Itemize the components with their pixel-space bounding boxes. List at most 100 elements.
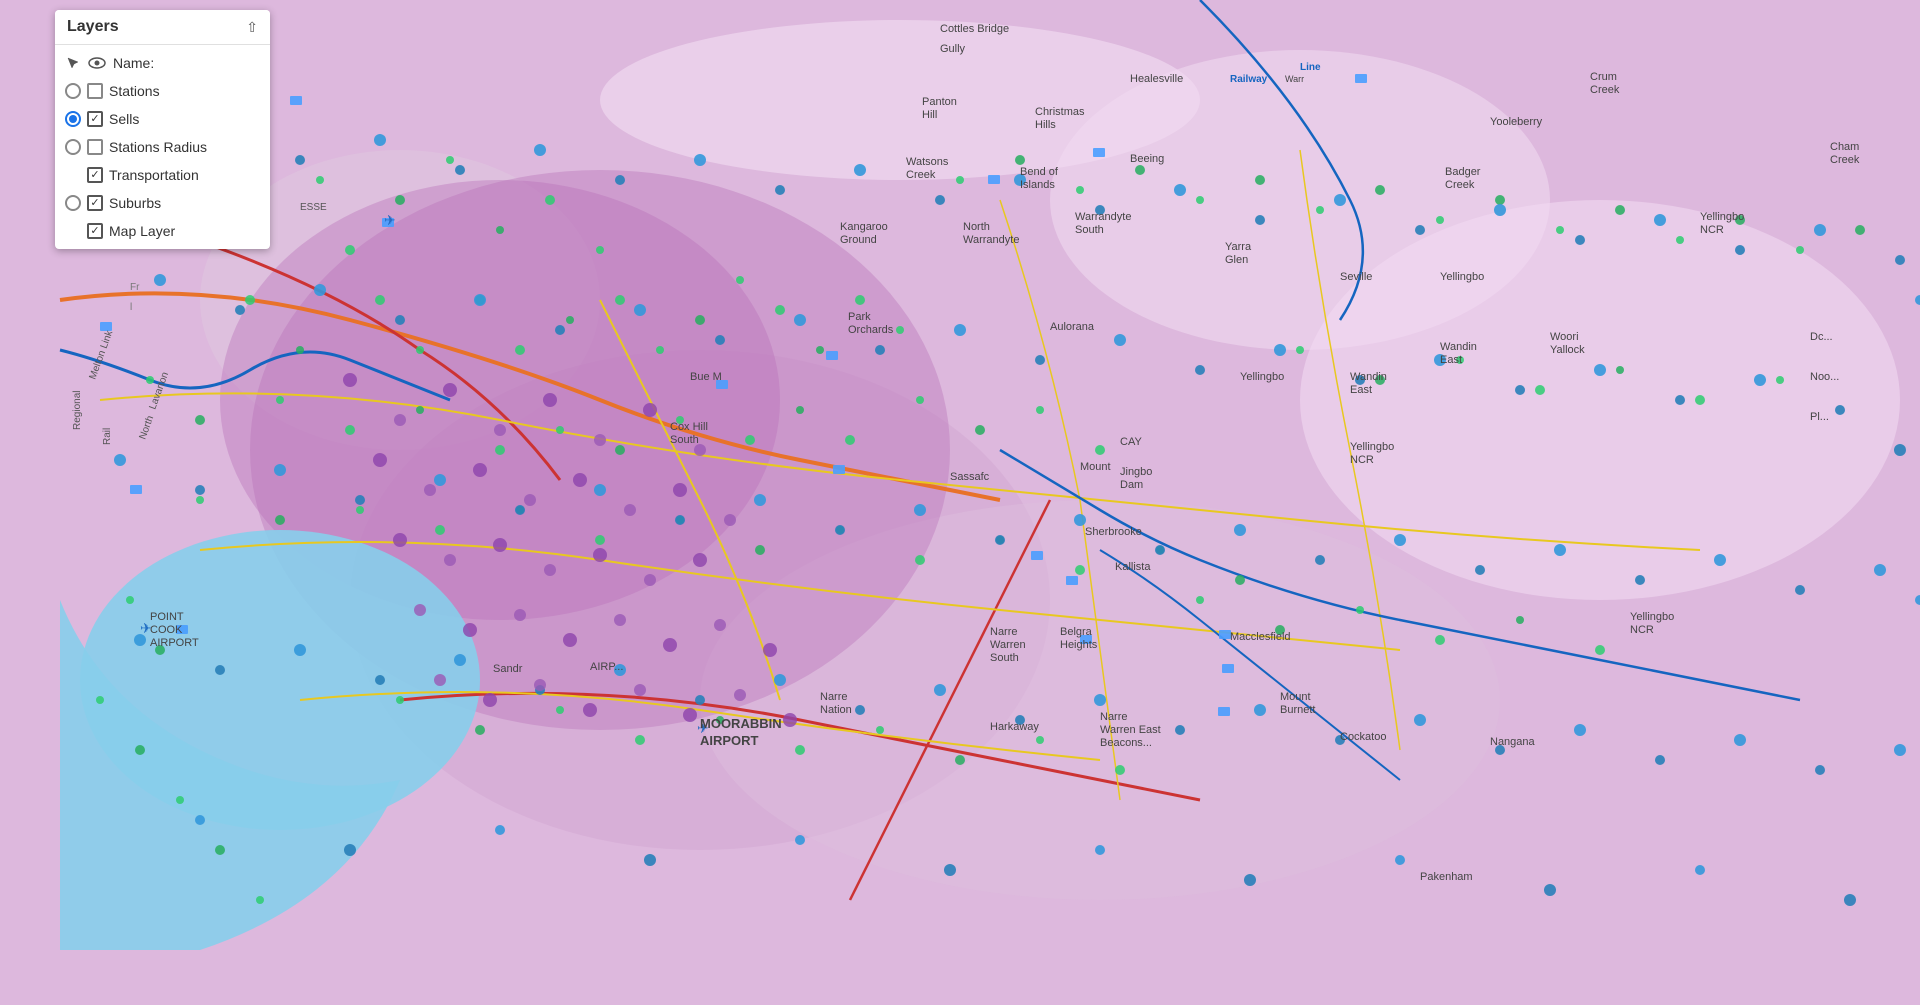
svg-text:Heights: Heights	[1060, 639, 1098, 651]
svg-text:Dc...: Dc...	[1810, 331, 1833, 343]
svg-text:Wandin: Wandin	[1350, 371, 1387, 383]
checkbox-map-layer[interactable]	[87, 223, 103, 239]
svg-text:Fr: Fr	[130, 282, 140, 293]
svg-text:NCR: NCR	[1700, 224, 1724, 236]
svg-text:Cox Hill: Cox Hill	[670, 421, 708, 433]
eye-icon	[87, 55, 107, 71]
svg-text:Creek: Creek	[906, 169, 936, 181]
svg-text:AIRP...: AIRP...	[590, 661, 623, 673]
svg-text:Cockatoo: Cockatoo	[1340, 731, 1386, 743]
svg-text:East: East	[1350, 384, 1372, 396]
svg-text:Narre: Narre	[990, 626, 1018, 638]
svg-text:Creek: Creek	[1590, 84, 1620, 96]
layer-row-stations-radius[interactable]: Stations Radius	[55, 133, 270, 161]
svg-text:Cham: Cham	[1830, 141, 1859, 153]
svg-text:Nangana: Nangana	[1490, 736, 1536, 748]
svg-text:Beacons...: Beacons...	[1100, 737, 1152, 749]
checkbox-transportation[interactable]	[87, 167, 103, 183]
layer-row-stations[interactable]: Stations	[55, 77, 270, 105]
svg-text:East: East	[1440, 354, 1462, 366]
svg-text:Beeing: Beeing	[1130, 153, 1164, 165]
radio-sells[interactable]	[65, 111, 81, 127]
svg-text:Yellingbo: Yellingbo	[1440, 271, 1484, 283]
layer-label-stations-radius: Stations Radius	[109, 139, 260, 155]
svg-text:✈: ✈	[384, 212, 396, 228]
name-header-label: Name:	[113, 55, 154, 71]
layers-panel: Layers ⇧ Name: Stations	[55, 10, 270, 249]
layer-row-map-layer[interactable]: Map Layer	[55, 217, 270, 245]
svg-text:Hill: Hill	[922, 109, 937, 121]
svg-text:Christmas: Christmas	[1035, 106, 1085, 118]
svg-text:AIRPORT: AIRPORT	[150, 637, 199, 649]
layer-row-sells[interactable]: Sells	[55, 105, 270, 133]
svg-text:Jingbo: Jingbo	[1120, 466, 1152, 478]
svg-text:NCR: NCR	[1350, 454, 1374, 466]
svg-text:Yellingbo: Yellingbo	[1240, 371, 1284, 383]
checkbox-stations-radius[interactable]	[87, 139, 103, 155]
layers-body: Name: Stations Sells Stations Radius Tra	[55, 45, 270, 249]
svg-text:South: South	[990, 652, 1019, 664]
svg-text:Panton: Panton	[922, 96, 957, 108]
layers-title: Layers	[67, 18, 119, 36]
layer-label-stations: Stations	[109, 83, 260, 99]
svg-text:Narre: Narre	[1100, 711, 1128, 723]
svg-text:Warrandyte: Warrandyte	[963, 234, 1019, 246]
svg-text:Gully: Gully	[940, 43, 966, 55]
checkbox-sells[interactable]	[87, 111, 103, 127]
svg-text:Nation: Nation	[820, 704, 852, 716]
svg-text:Cottles Bridge: Cottles Bridge	[940, 23, 1009, 35]
svg-text:Harkaway: Harkaway	[990, 721, 1039, 733]
svg-text:Seville: Seville	[1340, 271, 1372, 283]
svg-text:Orchards: Orchards	[848, 324, 894, 336]
layer-label-map-layer: Map Layer	[109, 223, 260, 239]
svg-text:Pl...: Pl...	[1810, 411, 1829, 423]
svg-text:Sandr: Sandr	[493, 663, 523, 675]
svg-text:Ground: Ground	[840, 234, 877, 246]
radio-stations-radius[interactable]	[65, 139, 81, 155]
layer-row-transportation[interactable]: Transportation	[55, 161, 270, 189]
svg-text:Yallock: Yallock	[1550, 344, 1585, 356]
layer-label-transportation: Transportation	[109, 167, 260, 183]
layer-row-suburbs[interactable]: Suburbs	[55, 189, 270, 217]
svg-text:Yellingbo: Yellingbo	[1700, 211, 1744, 223]
name-header-row: Name:	[55, 49, 270, 77]
svg-text:POINT: POINT	[150, 611, 184, 623]
svg-text:Sassafc: Sassafc	[950, 471, 990, 483]
svg-text:Bend of: Bend of	[1020, 166, 1059, 178]
svg-text:Glen: Glen	[1225, 254, 1248, 266]
svg-text:AIRPORT: AIRPORT	[700, 733, 759, 748]
checkbox-suburbs[interactable]	[87, 195, 103, 211]
map-container[interactable]: ✈ ✈ ✈ Cottles Bridge Gully Healesville W…	[0, 0, 1920, 1005]
svg-text:Warrandyte: Warrandyte	[1075, 211, 1131, 223]
svg-text:Yellingbo: Yellingbo	[1630, 611, 1674, 623]
svg-text:Cam: Cam	[1080, 0, 1103, 3]
svg-text:Yarra: Yarra	[1225, 241, 1252, 253]
svg-text:ESSE: ESSE	[300, 202, 327, 213]
svg-text:Warren: Warren	[990, 639, 1026, 651]
svg-text:Watsons: Watsons	[906, 156, 949, 168]
svg-text:Crum: Crum	[1590, 71, 1617, 83]
svg-text:Yooleberry: Yooleberry	[1490, 116, 1543, 128]
layers-header[interactable]: Layers ⇧	[55, 10, 270, 45]
svg-text:Rail: Rail	[102, 428, 113, 445]
svg-text:Burnett: Burnett	[1280, 704, 1315, 716]
svg-text:South: South	[670, 434, 699, 446]
svg-text:Line: Line	[1300, 62, 1321, 73]
chevron-up-icon[interactable]: ⇧	[246, 19, 258, 36]
layer-label-sells: Sells	[109, 111, 260, 127]
svg-text:Bue M: Bue M	[690, 371, 722, 383]
svg-text:COOK: COOK	[150, 624, 183, 636]
svg-text:Warr: Warr	[1285, 74, 1304, 84]
svg-text:Pakenham: Pakenham	[1420, 871, 1473, 883]
svg-text:Sherbrooke: Sherbrooke	[1085, 526, 1142, 538]
svg-text:Badger: Badger	[1445, 166, 1481, 178]
radio-stations[interactable]	[65, 83, 81, 99]
svg-text:Creek: Creek	[1830, 154, 1860, 166]
cursor-icon	[65, 55, 81, 71]
svg-text:Kangaroo: Kangaroo	[840, 221, 888, 233]
checkbox-stations[interactable]	[87, 83, 103, 99]
radio-suburbs[interactable]	[65, 195, 81, 211]
svg-text:Mount: Mount	[1280, 691, 1311, 703]
svg-text:Dam: Dam	[1120, 479, 1143, 491]
svg-text:Mount: Mount	[1080, 461, 1111, 473]
